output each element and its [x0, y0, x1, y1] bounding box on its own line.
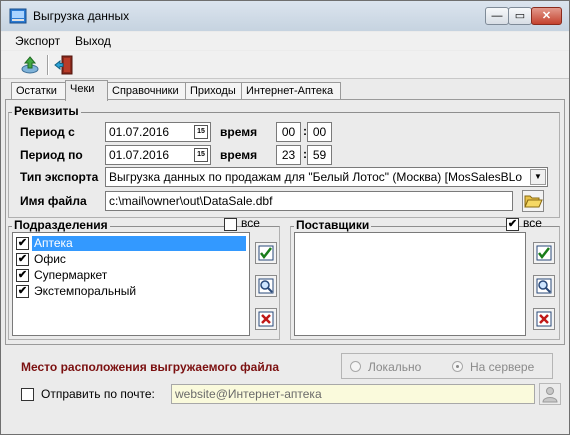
exit-door-icon[interactable] — [53, 54, 75, 76]
departments-list[interactable]: ✔ Аптека ✔ Офис ✔ Супермаркет ✔ Экстемпо… — [12, 232, 250, 336]
from-minute-input[interactable]: 00 — [307, 122, 332, 142]
file-location-radiogroup: Локально На сервере — [341, 353, 553, 379]
app-icon — [9, 8, 27, 24]
list-item-label: Офис — [34, 252, 66, 266]
cross-icon — [258, 311, 274, 327]
app-window: Выгрузка данных — ▭ ✕ Экспорт Выход Оста… — [0, 0, 570, 435]
tab-ostatki[interactable]: Остатки — [11, 82, 67, 100]
period-to-date-input[interactable]: 01.07.2016 15 — [105, 145, 211, 165]
suppliers-title: Поставщики — [294, 218, 372, 232]
time-to-label: время — [220, 148, 258, 162]
search-icon — [536, 278, 552, 294]
uncheck-all-departments-button[interactable] — [255, 308, 277, 330]
period-to-date-value: 01.07.2016 — [109, 148, 170, 162]
list-item-label: Супермаркет — [34, 268, 108, 282]
folder-open-icon — [524, 195, 543, 208]
radio-server-label: На сервере — [470, 360, 535, 374]
menu-export[interactable]: Экспорт — [15, 34, 60, 48]
file-location-label: Место расположения выгружаемого файла — [21, 360, 280, 374]
radio-server[interactable] — [452, 361, 463, 372]
send-mail-label: Отправить по почте: — [41, 387, 155, 401]
radio-local-label: Локально — [368, 360, 422, 374]
departments-all-checkbox[interactable] — [224, 218, 237, 231]
export-type-value: Выгрузка данных по продажам для "Белый Л… — [109, 170, 522, 184]
search-icon — [258, 278, 274, 294]
find-department-button[interactable] — [255, 275, 277, 297]
export-type-select[interactable]: Выгрузка данных по продажам для "Белый Л… — [105, 167, 548, 187]
suppliers-list[interactable] — [294, 232, 526, 336]
address-book-button[interactable] — [539, 383, 561, 405]
tab-cheki[interactable]: Чеки — [65, 80, 108, 101]
maximize-button[interactable]: ▭ — [508, 7, 532, 25]
filename-label: Имя файла — [20, 194, 87, 208]
list-item-label: Аптека — [32, 236, 246, 251]
period-to-label: Период по — [20, 148, 83, 162]
title-bar[interactable]: Выгрузка данных — ▭ ✕ — [1, 1, 569, 31]
filename-input[interactable]: c:\mail\owner\out\DataSale.dbf — [105, 191, 513, 211]
suppliers-all-checkbox[interactable]: ✔ — [506, 218, 519, 231]
radio-selected-dot — [456, 365, 459, 368]
menu-bar: Экспорт Выход — [1, 32, 569, 50]
uncheck-all-suppliers-button[interactable] — [533, 308, 555, 330]
menu-exit[interactable]: Выход — [75, 34, 111, 48]
from-hour-input[interactable]: 00 — [276, 122, 301, 142]
export-icon[interactable] — [19, 54, 41, 76]
chevron-down-icon[interactable]: ▼ — [530, 169, 546, 185]
suppliers-all-label: все — [523, 216, 542, 230]
close-button[interactable]: ✕ — [531, 7, 562, 25]
tab-strip: Остатки Чеки Справочники Приходы Интерне… — [1, 80, 569, 101]
find-supplier-button[interactable] — [533, 275, 555, 297]
item-checkbox[interactable]: ✔ — [16, 237, 29, 250]
item-checkbox[interactable]: ✔ — [16, 269, 29, 282]
list-item-label: Экстемпоральный — [34, 284, 137, 298]
window-title: Выгрузка данных — [33, 9, 130, 23]
tab-spravochniki[interactable]: Справочники — [107, 82, 186, 100]
tab-prikhody[interactable]: Приходы — [185, 82, 242, 100]
contact-icon — [542, 387, 558, 403]
period-from-date-input[interactable]: 01.07.2016 15 — [105, 122, 211, 142]
minimize-button[interactable]: — — [485, 7, 509, 25]
tab-panel-cheki: Реквизиты Период с 01.07.2016 15 время 0… — [5, 99, 565, 345]
requisites-title: Реквизиты — [12, 104, 81, 118]
check-all-suppliers-button[interactable] — [533, 242, 555, 264]
calendar-icon[interactable]: 15 — [194, 148, 208, 162]
departments-all-label: все — [241, 216, 260, 230]
time-from-label: время — [220, 125, 258, 139]
export-type-label: Тип экспорта — [20, 170, 99, 184]
check-icon — [258, 245, 274, 261]
period-from-label: Период с — [20, 125, 75, 139]
to-minute-input[interactable]: 59 — [307, 145, 332, 165]
browse-folder-button[interactable] — [522, 190, 544, 212]
check-icon — [536, 245, 552, 261]
calendar-icon[interactable]: 15 — [194, 125, 208, 139]
toolbar-separator — [47, 55, 49, 75]
departments-title: Подразделения — [12, 218, 110, 232]
period-from-date-value: 01.07.2016 — [109, 125, 170, 139]
email-field[interactable]: website@Интернет-аптека — [171, 384, 535, 404]
item-checkbox[interactable]: ✔ — [16, 285, 29, 298]
cross-icon — [536, 311, 552, 327]
check-all-departments-button[interactable] — [255, 242, 277, 264]
radio-local[interactable] — [350, 361, 361, 372]
send-mail-checkbox[interactable] — [21, 388, 34, 401]
to-hour-input[interactable]: 23 — [276, 145, 301, 165]
item-checkbox[interactable]: ✔ — [16, 253, 29, 266]
tab-internet-apteka[interactable]: Интернет-Аптека — [241, 82, 341, 100]
toolbar — [1, 51, 569, 79]
